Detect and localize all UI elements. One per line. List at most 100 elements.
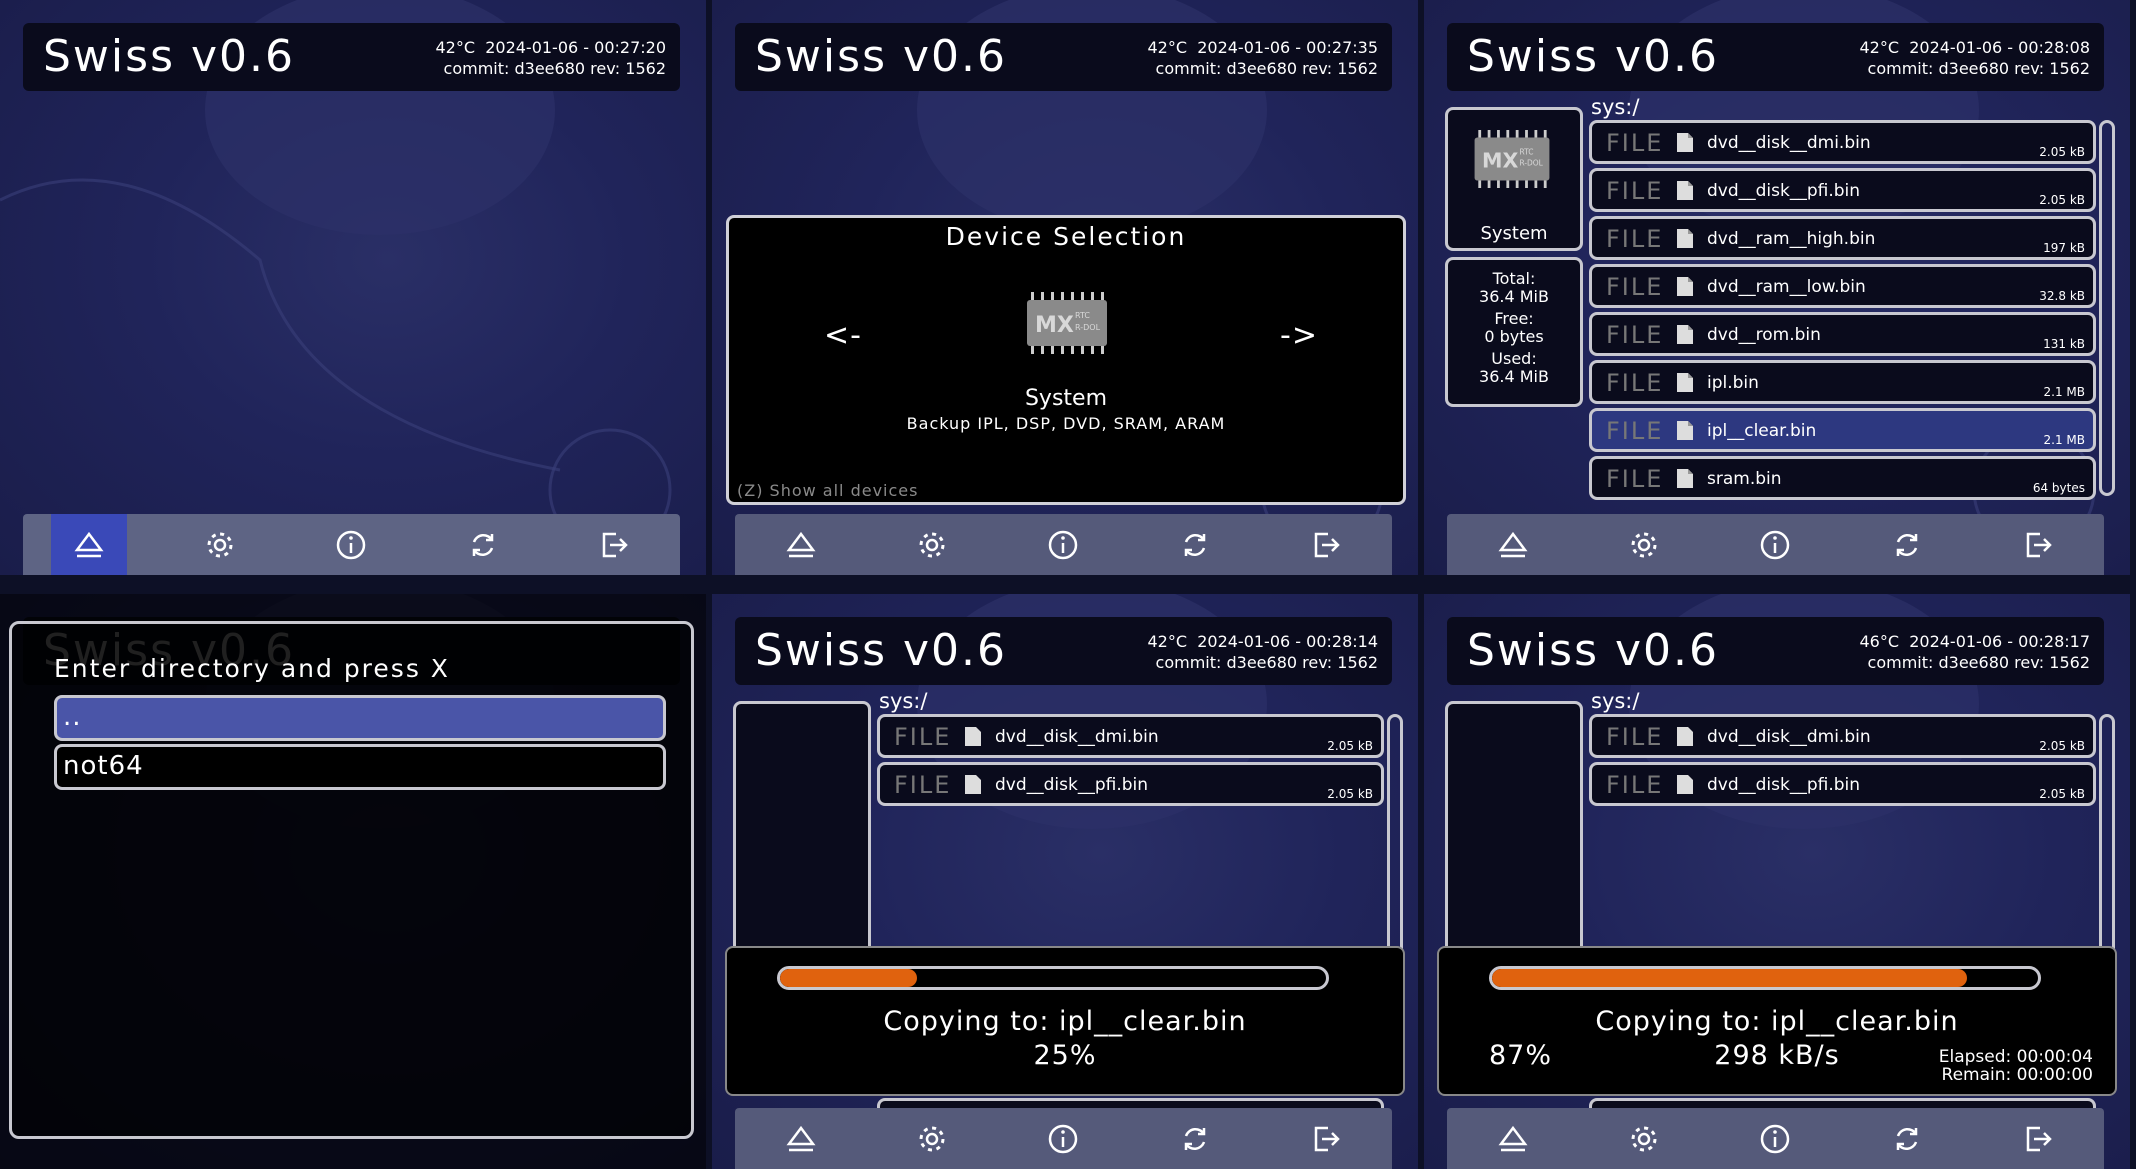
file-type: FILE xyxy=(1606,225,1664,253)
eject-icon xyxy=(1498,1125,1528,1151)
refresh-button[interactable] xyxy=(1157,1108,1233,1169)
eject-button[interactable] xyxy=(50,514,127,575)
file-type: FILE xyxy=(1606,321,1664,349)
app-title: Swiss v0.6 xyxy=(43,31,295,82)
refresh-button[interactable] xyxy=(445,514,521,575)
eject-button[interactable] xyxy=(1475,514,1551,575)
exit-button[interactable] xyxy=(576,514,652,575)
file-name: dvd__disk__dmi.bin xyxy=(1707,727,1871,747)
progress-bar xyxy=(1489,966,2041,990)
file-size: 197 kB xyxy=(2043,241,2085,255)
info-button[interactable] xyxy=(313,514,389,575)
exit-button[interactable] xyxy=(2000,1108,2076,1169)
svg-text:RTC: RTC xyxy=(1075,311,1090,320)
file-row[interactable]: FILE dvd__disk__pfi.bin 2.05 kB xyxy=(1589,762,2096,806)
file-name: dvd__rom.bin xyxy=(1707,325,1821,345)
status-info: 42°C 2024-01-06 - 00:28:08 commit: d3ee6… xyxy=(1860,37,2091,79)
file-row[interactable]: FILE ipl.bin 2.1 MB xyxy=(1589,360,2096,404)
file-type: FILE xyxy=(1606,723,1664,751)
temperature: 42°C xyxy=(435,38,476,57)
exit-icon xyxy=(2027,1126,2053,1151)
file-size: 2.05 kB xyxy=(2039,787,2085,801)
file-name: dvd__disk__dmi.bin xyxy=(995,727,1159,747)
exit-button[interactable] xyxy=(1288,514,1364,575)
info-button[interactable] xyxy=(1025,1108,1101,1169)
gear-icon xyxy=(1631,1126,1657,1151)
file-row[interactable]: FILE dvd__ram__low.bin 32.8 kB xyxy=(1589,264,2096,308)
total-value: 36.4 MiB xyxy=(1479,287,1549,306)
device-description: Backup IPL, DSP, DVD, SRAM, ARAM xyxy=(906,414,1226,433)
exit-button[interactable] xyxy=(2000,514,2076,575)
file-list: FILE dvd__disk__dmi.bin 2.05 kB FILE dvd__d… xyxy=(1589,120,2096,504)
eject-button[interactable] xyxy=(763,514,839,575)
commit-info: commit: d3ee680 rev: 1562 xyxy=(1155,653,1378,672)
file-row[interactable]: FILE dvd__disk__pfi.bin 2.05 kB xyxy=(877,762,1384,806)
commit-info: commit: d3ee680 rev: 1562 xyxy=(1867,59,2090,78)
file-type: FILE xyxy=(1606,369,1664,397)
eject-button[interactable] xyxy=(763,1108,839,1169)
file-size: 2.05 kB xyxy=(2039,193,2085,207)
file-type: FILE xyxy=(1606,771,1664,799)
file-row-selected[interactable]: FILE ipl__clear.bin 2.1 MB xyxy=(1589,408,2096,452)
header-bar: Swiss v0.6 46°C 2024-01-06 - 00:28:17 co… xyxy=(1447,617,2104,685)
prev-device-button[interactable]: <- xyxy=(824,318,862,353)
device-selection-dialog: Device Selection <- -> MX RTC R-DOL Syst… xyxy=(726,215,1406,505)
settings-button[interactable] xyxy=(894,1108,970,1169)
svg-text:R-DOL: R-DOL xyxy=(1075,323,1101,332)
settings-button[interactable] xyxy=(1606,514,1682,575)
file-name: sram.bin xyxy=(1707,469,1782,489)
settings-button[interactable] xyxy=(894,514,970,575)
settings-button[interactable] xyxy=(1606,1108,1682,1169)
dialog-prompt: Enter directory and press X xyxy=(54,654,450,683)
status-info: 42°C 2024-01-06 - 00:27:20 commit: d3ee6… xyxy=(436,37,667,79)
file-row[interactable]: FILE dvd__disk__dmi.bin 2.05 kB xyxy=(1589,714,2096,758)
eject-button[interactable] xyxy=(1475,1108,1551,1169)
directory-option[interactable]: not64 xyxy=(54,744,666,790)
refresh-icon xyxy=(1896,533,1918,556)
file-size: 32.8 kB xyxy=(2039,289,2085,303)
device-label: System xyxy=(1480,223,1548,244)
status-info: 42°C 2024-01-06 - 00:28:14 commit: d3ee6… xyxy=(1148,631,1379,673)
file-type: FILE xyxy=(1606,129,1664,157)
file-size: 2.1 MB xyxy=(2043,433,2085,447)
scrollbar[interactable] xyxy=(2099,120,2115,496)
panel-directory-dialog: Swiss v0.6 Enter directory and press X .… xyxy=(0,594,706,1169)
file-row[interactable]: FILE sram.bin 64 bytes xyxy=(1589,456,2096,500)
device-stats: Total: 36.4 MiB Free: 0 bytes Used: 36.4… xyxy=(1445,257,1583,407)
settings-button[interactable] xyxy=(182,514,258,575)
file-row[interactable]: FILE dvd__rom.bin 131 kB xyxy=(1589,312,2096,356)
device-box[interactable]: MX RTC R-DOL System xyxy=(1445,107,1583,251)
app-title: Swiss v0.6 xyxy=(755,31,1007,82)
file-row[interactable]: FILE dvd__ram__high.bin 197 kB xyxy=(1589,216,2096,260)
file-name: dvd__disk__dmi.bin xyxy=(1707,133,1871,153)
next-device-button[interactable]: -> xyxy=(1280,318,1318,353)
copy-status-text: Copying to: ipl__clear.bin xyxy=(1595,1006,1959,1037)
commit-info: commit: d3ee680 rev: 1562 xyxy=(1867,653,2090,672)
info-button[interactable] xyxy=(1737,514,1813,575)
device-name: System xyxy=(1024,386,1108,411)
directory-option-parent[interactable]: .. xyxy=(54,695,666,741)
panel-copy-progress-25: Swiss v0.6 42°C 2024-01-06 - 00:28:14 co… xyxy=(712,594,1418,1169)
progress-fill xyxy=(780,969,917,987)
copy-status-text: Copying to: ipl__clear.bin xyxy=(883,1006,1247,1037)
current-path: sys:/ xyxy=(1591,689,1640,713)
svg-text:RTC: RTC xyxy=(1519,147,1533,156)
refresh-button[interactable] xyxy=(1869,1108,1945,1169)
gear-icon xyxy=(1631,532,1657,557)
info-icon xyxy=(1761,530,1790,559)
copy-times: Elapsed: 00:00:04 Remain: 00:00:00 xyxy=(1939,1048,2093,1084)
file-icon xyxy=(1677,325,1693,344)
info-button[interactable] xyxy=(1025,514,1101,575)
app-title: Swiss v0.6 xyxy=(1467,625,1719,676)
chip-icon: MX RTC R-DOL xyxy=(1474,130,1550,188)
file-row[interactable]: FILE dvd__disk__pfi.bin 2.05 kB xyxy=(1589,168,2096,212)
info-button[interactable] xyxy=(1737,1108,1813,1169)
file-type: FILE xyxy=(894,723,952,751)
refresh-button[interactable] xyxy=(1157,514,1233,575)
file-row[interactable]: FILE dvd__disk__dmi.bin 2.05 kB xyxy=(1589,120,2096,164)
file-row[interactable]: FILE dvd__disk__dmi.bin 2.05 kB xyxy=(877,714,1384,758)
file-type: FILE xyxy=(1606,273,1664,301)
refresh-button[interactable] xyxy=(1869,514,1945,575)
progress-bar xyxy=(777,966,1329,990)
exit-button[interactable] xyxy=(1288,1108,1364,1169)
